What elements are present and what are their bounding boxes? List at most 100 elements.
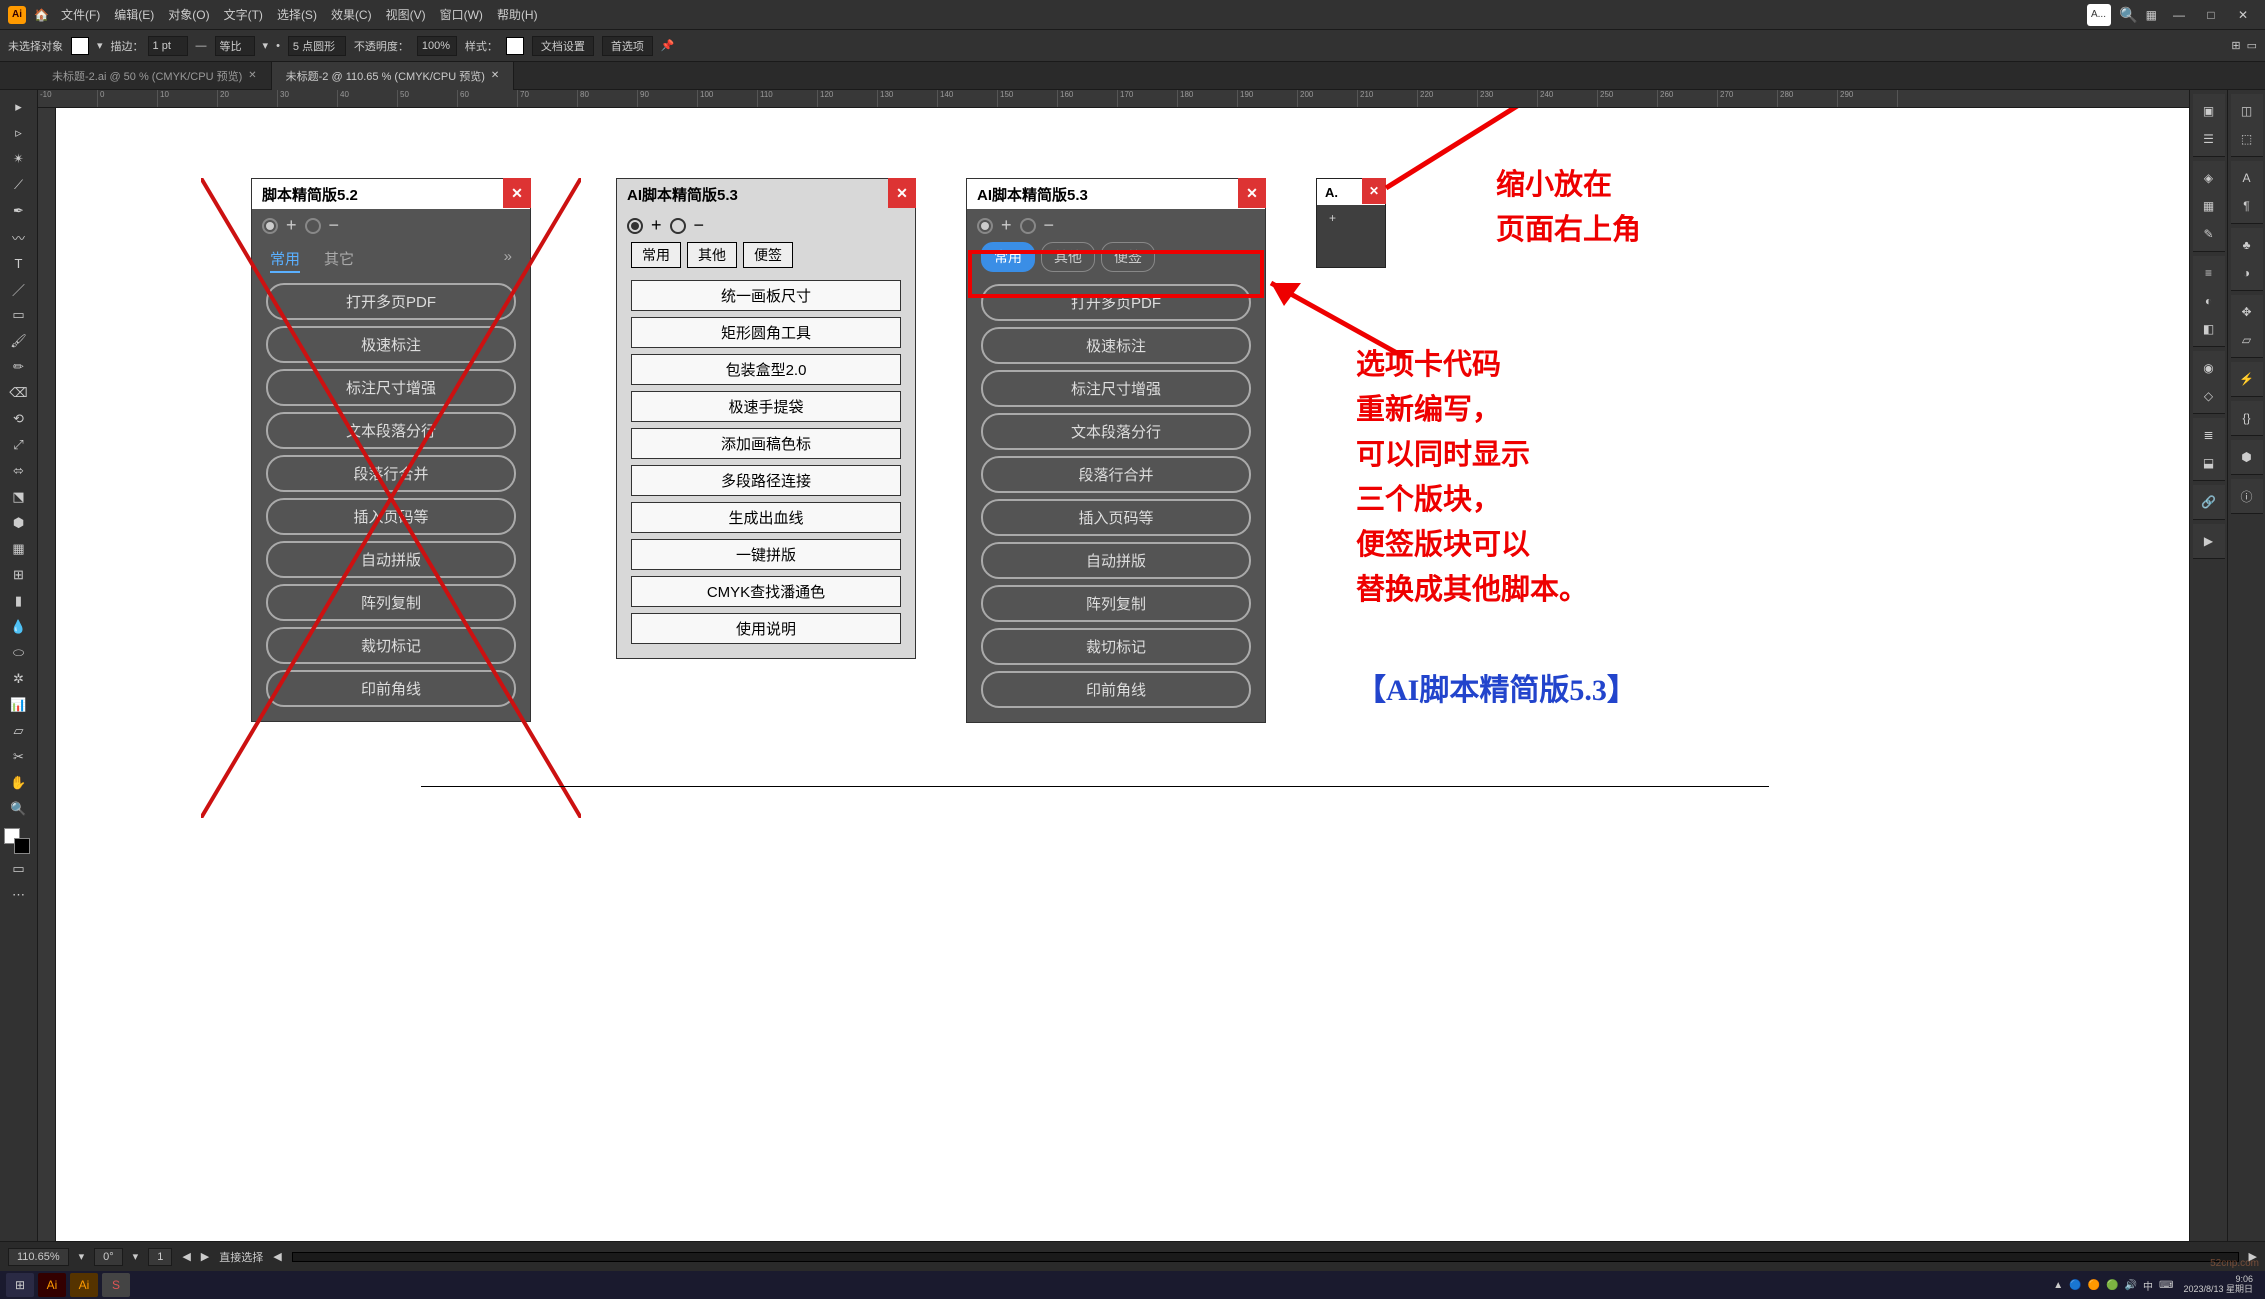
script-button[interactable]: 印前角线 <box>981 671 1251 708</box>
separations-icon[interactable]: ⬢ <box>2231 444 2263 470</box>
shape-builder-tool[interactable]: ⬢ <box>0 510 37 536</box>
symbol-sprayer-tool[interactable]: ✲ <box>0 666 37 692</box>
radio-off-icon[interactable] <box>1020 218 1036 234</box>
mesh-tool[interactable]: ⊞ <box>0 562 37 588</box>
layers-icon[interactable]: ☰ <box>2193 126 2225 152</box>
transparency-icon[interactable]: ◧ <box>2193 316 2225 342</box>
fill-swatch[interactable] <box>71 37 89 55</box>
close-icon[interactable]: ✕ <box>503 178 531 208</box>
lasso-tool[interactable]: ⟋ <box>0 172 37 198</box>
type-tool[interactable]: T <box>0 250 37 276</box>
doc-tab-1[interactable]: 未标题-2.ai @ 50 % (CMYK/CPU 预览)✕ <box>38 62 272 90</box>
radio-on-icon[interactable] <box>262 218 278 234</box>
script-button[interactable]: 标注尺寸增强 <box>981 370 1251 407</box>
radio-on-icon[interactable] <box>977 218 993 234</box>
expand-icon[interactable]: » <box>504 248 512 273</box>
nav-prev-icon[interactable]: ◀ <box>182 1250 190 1263</box>
tray-icon[interactable]: 🟠 <box>2088 1280 2100 1291</box>
script-button[interactable]: 裁切标记 <box>981 628 1251 665</box>
stroke-input[interactable] <box>148 36 188 56</box>
appearance-icon[interactable]: ◉ <box>2193 355 2225 381</box>
script-button[interactable]: 文本段落分行 <box>981 413 1251 450</box>
panel-tab-other[interactable]: 其他 <box>687 242 737 268</box>
script-button[interactable]: 极速标注 <box>266 326 516 363</box>
arrange-icon[interactable]: ▦ <box>2146 8 2157 22</box>
shaper-tool[interactable]: ✏ <box>0 354 37 380</box>
symbols-icon[interactable]: ♣ <box>2231 232 2263 258</box>
script-button[interactable]: CMYK查找潘通色 <box>631 576 901 607</box>
color-guide-icon[interactable]: ◑ <box>2231 260 2263 286</box>
screen-mode-tool[interactable]: ▭ <box>0 856 37 882</box>
script-button[interactable]: 自动拼版 <box>981 542 1251 579</box>
script-button[interactable]: 一键拼版 <box>631 539 901 570</box>
opacity-input[interactable] <box>417 36 457 56</box>
radio-off-icon[interactable] <box>670 218 686 234</box>
selection-tool[interactable]: ▸ <box>0 94 37 120</box>
gradient-tool[interactable]: ▮ <box>0 588 37 614</box>
curvature-tool[interactable]: 〰 <box>0 224 37 250</box>
color-selector[interactable] <box>0 826 37 856</box>
h-scrollbar[interactable] <box>292 1252 2239 1262</box>
script-button[interactable]: 段落行合并 <box>981 456 1251 493</box>
edit-toolbar-button[interactable]: ⋯ <box>0 882 37 908</box>
eyedropper-tool[interactable]: 💧 <box>0 614 37 640</box>
properties-icon[interactable]: ▣ <box>2193 98 2225 124</box>
menu-edit[interactable]: 编辑(E) <box>114 6 154 23</box>
graphic-styles-icon[interactable]: ◇ <box>2193 383 2225 409</box>
menu-object[interactable]: 对象(O) <box>168 6 209 23</box>
system-tray[interactable]: ▲ 🔵 🟠 🟢 🔊 中 ⌨ <box>2053 1278 2173 1293</box>
direct-selection-tool[interactable]: ▹ <box>0 120 37 146</box>
blend-tool[interactable]: ⬭ <box>0 640 37 666</box>
panel-toggle-icon[interactable]: ⊞ <box>2231 39 2240 52</box>
magic-wand-tool[interactable]: ✴ <box>0 146 37 172</box>
tray-keyboard-icon[interactable]: ⌨ <box>2159 1280 2173 1291</box>
script-button[interactable]: 极速标注 <box>981 327 1251 364</box>
scale-tool[interactable]: ⤢ <box>0 432 37 458</box>
rotate-tool[interactable]: ⟲ <box>0 406 37 432</box>
script-button[interactable]: 矩形圆角工具 <box>631 317 901 348</box>
color-icon[interactable]: ◈ <box>2193 165 2225 191</box>
plus-icon[interactable]: + <box>1329 211 1336 225</box>
radio-off-icon[interactable] <box>305 218 321 234</box>
paintbrush-tool[interactable]: 🖌 <box>0 328 37 354</box>
corner-input[interactable] <box>288 36 346 56</box>
zoom-dropdown-icon[interactable]: ▾ <box>79 1250 85 1263</box>
eraser-tool[interactable]: ⌫ <box>0 380 37 406</box>
script-button[interactable]: 阵列复制 <box>981 585 1251 622</box>
window-minimize[interactable]: — <box>2165 3 2193 27</box>
window-close[interactable]: ✕ <box>2229 3 2257 27</box>
swatches-icon[interactable]: ▦ <box>2193 193 2225 219</box>
taskbar-app-ai-2[interactable]: Ai <box>70 1273 98 1297</box>
script-button[interactable]: 生成出血线 <box>631 502 901 533</box>
hand-tool[interactable]: ✋ <box>0 770 37 796</box>
script-button[interactable]: 打开多页PDF <box>266 283 516 320</box>
script-button[interactable]: 插入页码等 <box>266 498 516 535</box>
taskbar-app-ai-1[interactable]: Ai <box>38 1273 66 1297</box>
style-swatch[interactable] <box>506 37 524 55</box>
script-button[interactable]: 使用说明 <box>631 613 901 644</box>
search-icon[interactable]: 🔍 <box>2119 6 2138 24</box>
align-icon[interactable]: ≣ <box>2193 422 2225 448</box>
plus-icon[interactable]: + <box>1001 215 1012 236</box>
tray-volume-icon[interactable]: 🔊 <box>2125 1280 2137 1291</box>
panel-tab-common[interactable]: 常用 <box>631 242 681 268</box>
pen-tool[interactable]: ✒ <box>0 198 37 224</box>
plus-icon[interactable]: + <box>651 215 662 236</box>
script-button[interactable]: 段落行合并 <box>266 455 516 492</box>
free-transform-tool[interactable]: ⬔ <box>0 484 37 510</box>
menu-window[interactable]: 窗口(W) <box>440 6 483 23</box>
prefs-button[interactable]: 首选项 <box>602 36 653 56</box>
taskbar-clock[interactable]: 9:06 2023/8/13 星期日 <box>2177 1275 2259 1295</box>
script-button[interactable]: 多段路径连接 <box>631 465 901 496</box>
stroke-icon[interactable]: ≡ <box>2193 260 2225 286</box>
width-tool[interactable]: ⬄ <box>0 458 37 484</box>
actions-icon[interactable]: ⚡ <box>2231 366 2263 392</box>
radio-on-icon[interactable] <box>627 218 643 234</box>
menu-effect[interactable]: 效果(C) <box>331 6 372 23</box>
menu-file[interactable]: 文件(F) <box>61 6 100 23</box>
minus-icon[interactable]: − <box>694 215 705 236</box>
panel-tab-other[interactable]: 其它 <box>324 248 354 273</box>
artboard[interactable]: 脚本精简版5.2 ✕ + − 常用 其它 » <box>56 108 2189 1241</box>
close-icon[interactable]: ✕ <box>1238 178 1266 208</box>
close-icon[interactable]: ✕ <box>248 70 256 81</box>
